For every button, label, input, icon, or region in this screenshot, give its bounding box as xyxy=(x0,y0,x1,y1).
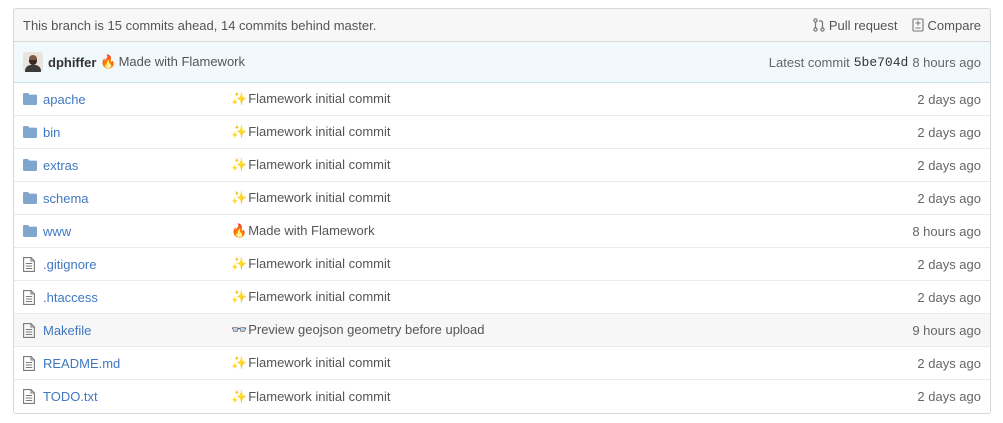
glasses-icon: 👓 xyxy=(231,322,248,337)
folder-icon xyxy=(23,223,37,239)
commit-age: 2 days ago xyxy=(917,355,981,371)
commit-message-link[interactable]: ✨Flamework initial commit xyxy=(231,389,861,405)
file-rows: apache ✨Flamework initial commit 2 days ag… xyxy=(14,83,990,413)
fire-icon: 🔥 xyxy=(100,54,117,69)
commit-message-text: Flamework initial commit xyxy=(248,388,391,404)
folder-icon xyxy=(23,124,37,140)
branch-infobar: This branch is 15 commits ahead, 14 comm… xyxy=(13,8,991,42)
commit-message[interactable]: 🔥 Made with Flamework xyxy=(100,54,768,70)
sparkles-icon: ✨ xyxy=(231,256,248,271)
folder-icon xyxy=(23,91,37,107)
pull-request-button[interactable]: Pull request xyxy=(813,18,898,33)
commit-message-text: Flamework initial commit xyxy=(248,190,391,205)
fire-icon: 🔥 xyxy=(231,223,248,238)
file-icon xyxy=(23,322,37,338)
file-icon xyxy=(23,355,37,371)
commit-sha-link[interactable]: 5be704d xyxy=(854,55,909,70)
commit-age: 2 days ago xyxy=(917,256,981,272)
pull-request-label: Pull request xyxy=(828,17,898,33)
commit-message-link[interactable]: ✨Flamework initial commit xyxy=(231,256,861,272)
latest-commit-bar: dphiffer 🔥 Made with Flamework Latest com… xyxy=(14,42,990,83)
table-row: bin ✨Flamework initial commit 2 days ago xyxy=(14,116,990,149)
table-row: README.md ✨Flamework initial commit 2 days… xyxy=(14,347,990,380)
latest-commit-label: Latest commit xyxy=(768,54,850,70)
commit-age: 2 days ago xyxy=(917,91,981,107)
table-row: apache ✨Flamework initial commit 2 days ag… xyxy=(14,83,990,116)
commit-message-text: Preview geojson geometry before upload xyxy=(248,322,485,337)
compare-button[interactable]: Compare xyxy=(911,17,981,33)
folder-icon xyxy=(23,190,37,206)
file-name-link[interactable]: Makefile xyxy=(43,323,231,338)
commit-message-link[interactable]: ✨Flamework initial commit xyxy=(231,289,861,305)
commit-message-link[interactable]: ✨Flamework initial commit xyxy=(231,124,861,140)
file-name-link[interactable]: .htaccess xyxy=(43,290,231,305)
commit-message-text: Made with Flamework xyxy=(248,223,375,238)
commit-message-link[interactable]: ✨Flamework initial commit xyxy=(231,190,861,206)
sparkles-icon: ✨ xyxy=(231,190,248,205)
file-name-link[interactable]: TODO.txt xyxy=(43,389,231,404)
folder-icon xyxy=(23,157,37,173)
table-row: .htaccess ✨Flamework initial commit 2 days… xyxy=(14,281,990,314)
commit-message-text: Flamework initial commit xyxy=(248,355,391,370)
file-navigation: This branch is 15 commits ahead, 14 comm… xyxy=(13,8,991,414)
file-name-link[interactable]: apache xyxy=(43,92,231,107)
file-name-link[interactable]: schema xyxy=(43,191,231,206)
commit-age: 9 hours ago xyxy=(912,322,981,338)
commit-message-link[interactable]: 👓Preview geojson geometry before upload xyxy=(231,322,861,338)
file-icon xyxy=(23,289,37,305)
commit-message-text: Flamework initial commit xyxy=(248,124,391,139)
sparkles-icon: ✨ xyxy=(231,124,248,139)
file-name-link[interactable]: extras xyxy=(43,158,231,173)
commit-message-text: Made with Flamework xyxy=(118,54,246,69)
commit-message-text: Flamework initial commit xyxy=(248,289,391,304)
compare-label: Compare xyxy=(927,17,981,33)
table-row: www 🔥Made with Flamework 8 hours ago xyxy=(14,215,990,248)
commit-message-text: Flamework initial commit xyxy=(248,91,391,106)
commit-author-link[interactable]: dphiffer xyxy=(48,55,96,70)
commit-message-link[interactable]: ✨Flamework initial commit xyxy=(231,157,861,173)
branch-status-text: This branch is 15 commits ahead, 14 comm… xyxy=(23,17,377,33)
avatar[interactable] xyxy=(23,52,43,72)
file-name-link[interactable]: README.md xyxy=(43,356,231,371)
commit-message-text: Flamework initial commit xyxy=(248,157,391,172)
table-row: .gitignore ✨Flamework initial commit 2 day… xyxy=(14,248,990,281)
table-row: Makefile 👓Preview geojson geometry before… xyxy=(14,314,990,347)
commit-age: 2 days ago xyxy=(917,190,981,206)
commit-message-text: Flamework initial commit xyxy=(248,256,391,271)
pull-request-icon xyxy=(813,18,825,32)
commit-message-link[interactable]: 🔥Made with Flamework xyxy=(231,223,861,239)
commit-message-link[interactable]: ✨Flamework initial commit xyxy=(231,355,861,371)
commit-age: 2 days ago xyxy=(917,157,981,173)
file-icon xyxy=(23,389,37,405)
commit-age: 2 days ago xyxy=(917,289,981,305)
sparkles-icon: ✨ xyxy=(231,355,248,370)
sparkles-icon: ✨ xyxy=(231,91,248,106)
sparkles-icon: ✨ xyxy=(231,157,248,172)
commit-age: 2 days ago xyxy=(917,389,981,404)
sparkles-icon: ✨ xyxy=(231,289,248,304)
sparkles-icon: ✨ xyxy=(231,388,248,404)
commit-age: 8 hours ago xyxy=(912,223,981,239)
file-name-link[interactable]: bin xyxy=(43,125,231,140)
file-icon xyxy=(23,256,37,272)
file-list: dphiffer 🔥 Made with Flamework Latest com… xyxy=(13,42,991,414)
commit-age: 2 days ago xyxy=(917,124,981,140)
table-row: schema ✨Flamework initial commit 2 days ag… xyxy=(14,182,990,215)
commit-age: 8 hours ago xyxy=(912,54,981,70)
table-row: TODO.txt ✨Flamework initial commit 2 days … xyxy=(14,380,990,413)
file-name-link[interactable]: www xyxy=(43,224,231,239)
file-name-link[interactable]: .gitignore xyxy=(43,257,231,272)
compare-icon xyxy=(911,18,924,32)
table-row: extras ✨Flamework initial commit 2 days ag… xyxy=(14,149,990,182)
commit-message-link[interactable]: ✨Flamework initial commit xyxy=(231,91,861,107)
